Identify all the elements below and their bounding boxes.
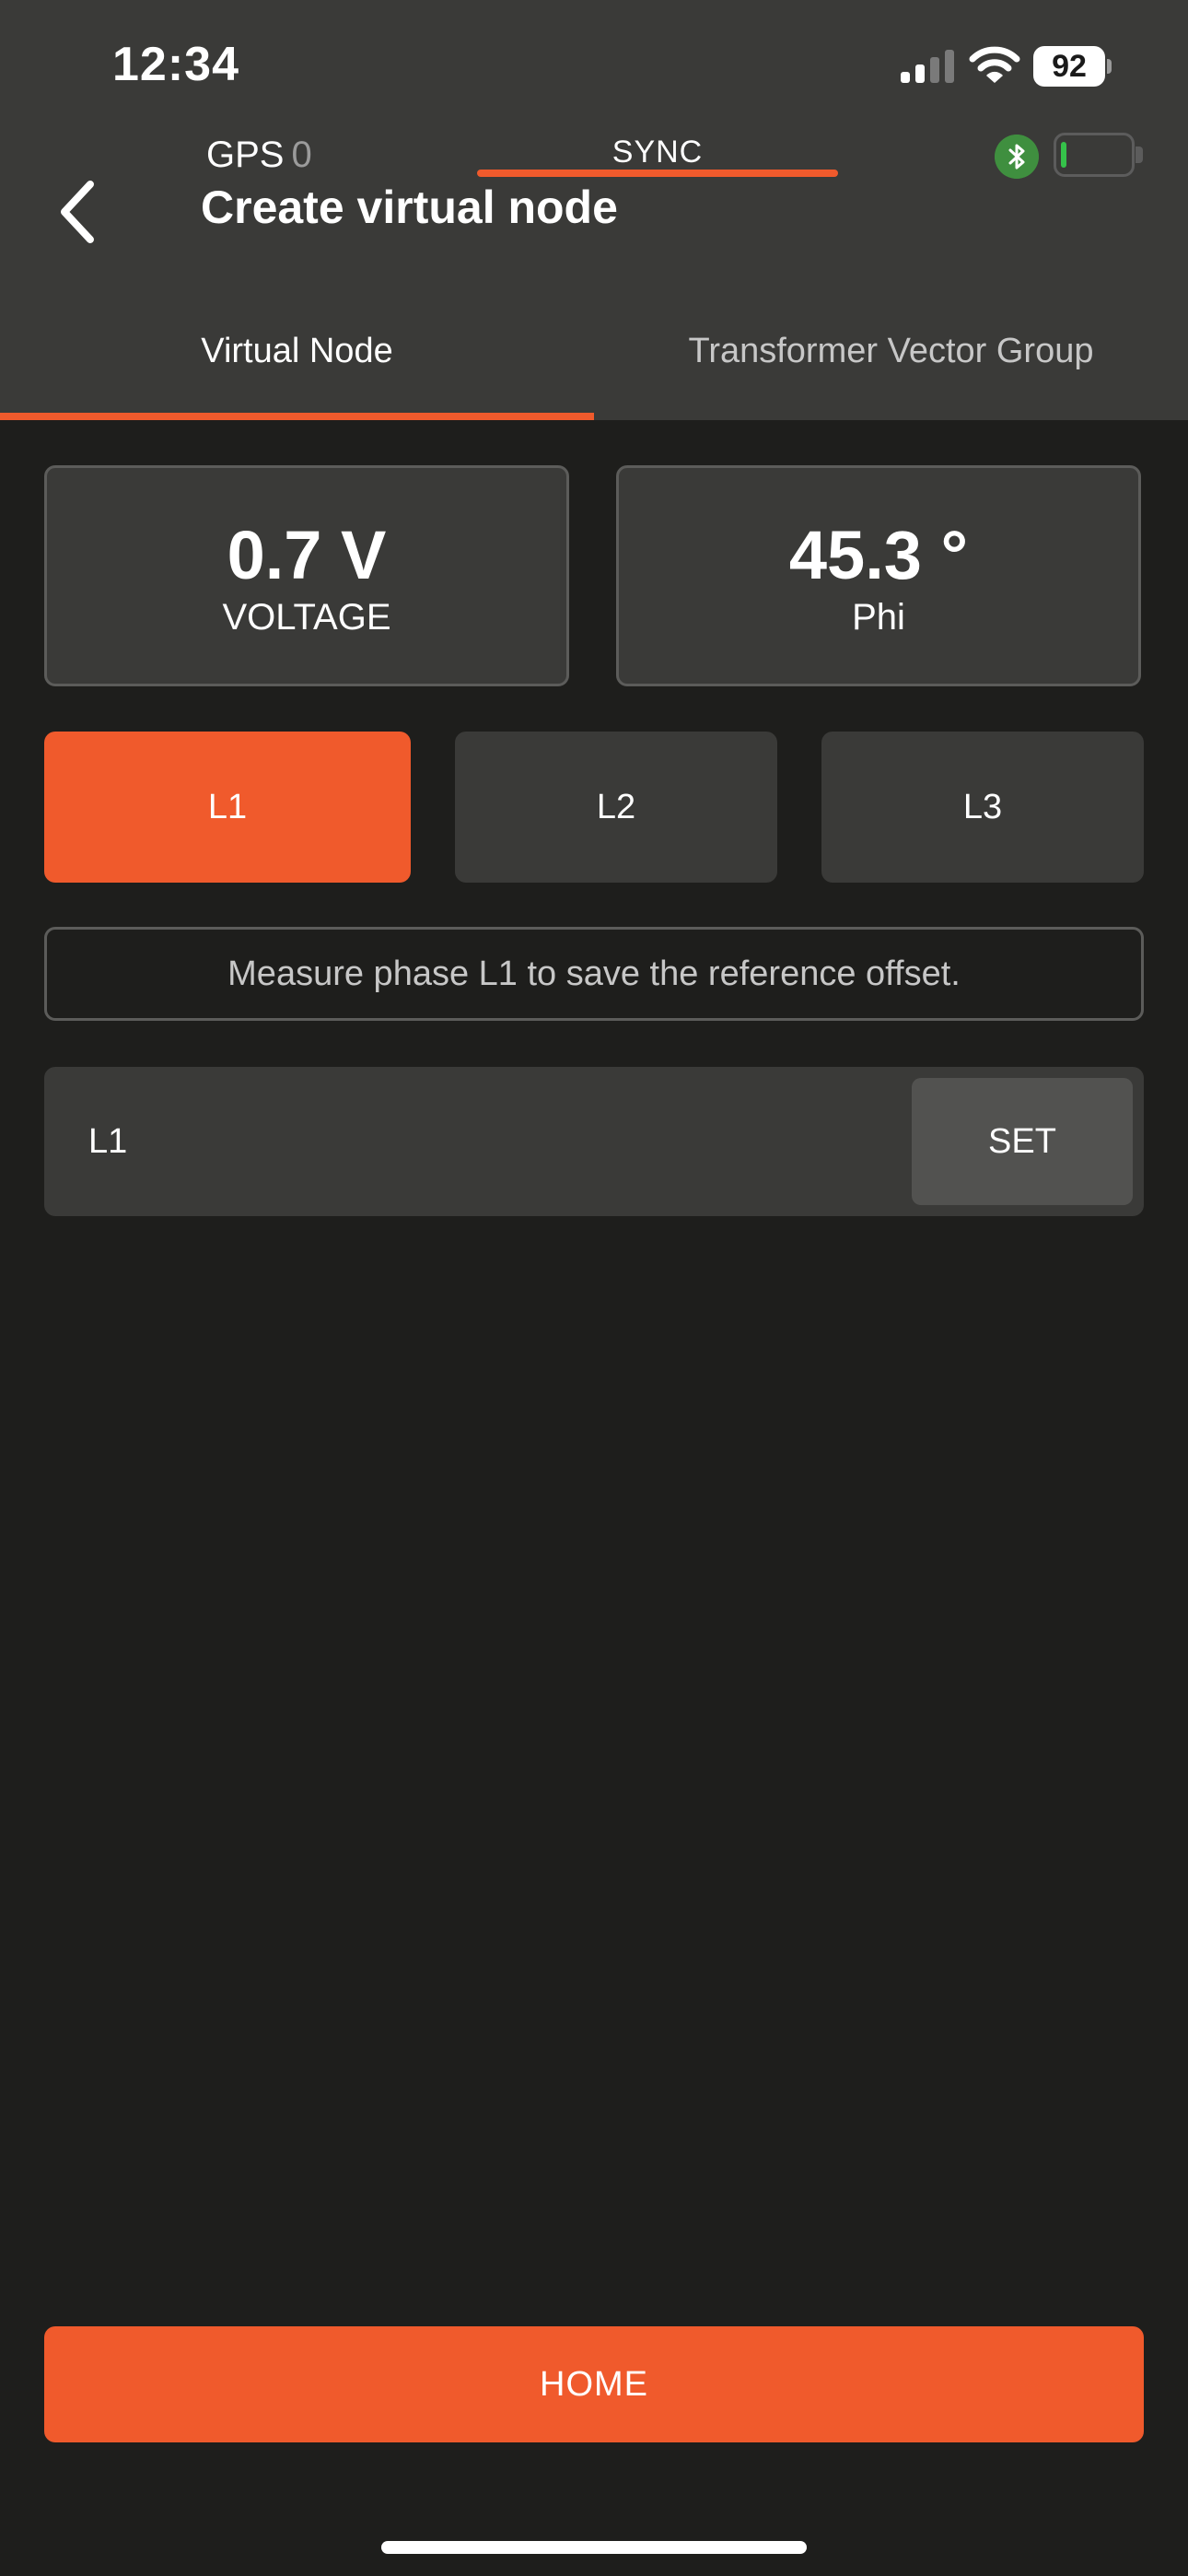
info-message: Measure phase L1 to save the reference o… [44, 927, 1144, 1021]
home-button[interactable]: HOME [44, 2326, 1144, 2442]
phi-value: 45.3 ° [788, 517, 969, 593]
battery-fill [1061, 142, 1066, 168]
sync-progress-bar [477, 170, 838, 177]
phone-battery-percent: 92 [1033, 46, 1105, 87]
phone-battery-icon: 92 [1033, 46, 1112, 87]
tab-transformer-vector-group[interactable]: Transformer Vector Group [594, 322, 1188, 420]
screen: 12:34 92 GPS 0 SYNC Create virtual node … [0, 0, 1188, 2576]
status-time: 12:34 [112, 38, 239, 91]
voltage-value: 0.7 V [227, 517, 387, 593]
phi-card: 45.3 ° Phi [616, 465, 1141, 686]
phi-label: Phi [852, 597, 905, 638]
set-row-label: L1 [88, 1122, 128, 1161]
battery-nub [1136, 146, 1143, 163]
phase-l3-button[interactable]: L3 [821, 732, 1144, 883]
phase-l2-button[interactable]: L2 [455, 732, 777, 883]
phone-battery-nub [1107, 59, 1112, 74]
reference-set-row: L1 SET [44, 1067, 1144, 1216]
phase-l1-button[interactable]: L1 [44, 732, 411, 883]
gps-count: 0 [291, 135, 312, 175]
gps-status: GPS 0 [206, 135, 312, 176]
battery-icon [1054, 133, 1143, 177]
active-tab-indicator [0, 413, 594, 420]
page-title: Create virtual node [201, 181, 618, 233]
tab-virtual-node[interactable]: Virtual Node [0, 322, 594, 420]
wifi-icon [969, 46, 1020, 83]
voltage-card: 0.7 V VOLTAGE [44, 465, 569, 686]
chevron-left-icon[interactable] [50, 175, 105, 249]
cellular-signal-icon [901, 50, 954, 83]
home-indicator[interactable] [381, 2541, 807, 2554]
header: 12:34 92 GPS 0 SYNC Create virtual node … [0, 0, 1188, 420]
gps-label: GPS [206, 135, 285, 175]
bluetooth-icon [995, 135, 1039, 179]
set-button[interactable]: SET [912, 1078, 1133, 1205]
sync-label: SYNC [611, 135, 704, 170]
voltage-label: VOLTAGE [222, 597, 391, 638]
